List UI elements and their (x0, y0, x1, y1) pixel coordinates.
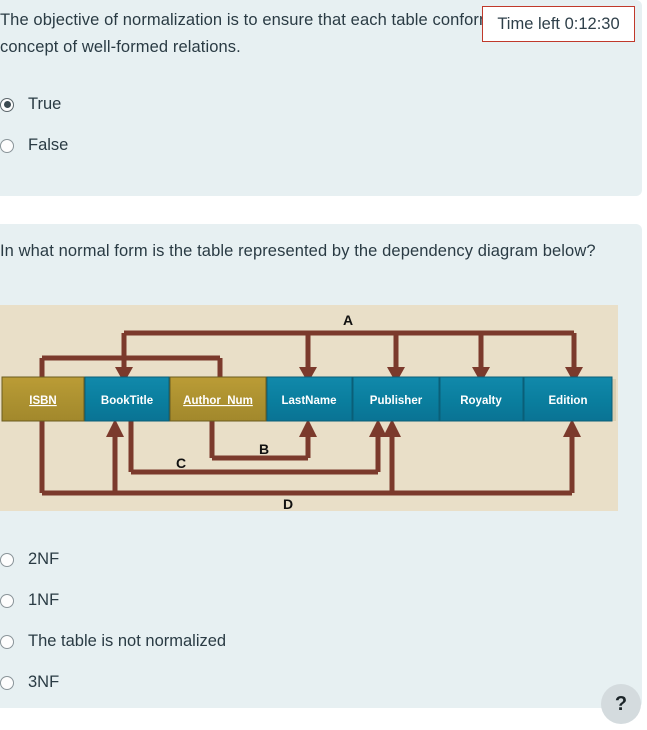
svg-text:BookTitle: BookTitle (101, 395, 153, 407)
attribute-cell-isbn: ISBN (1, 376, 85, 422)
radio-2nf[interactable] (0, 552, 14, 567)
svg-text:Publisher: Publisher (370, 395, 423, 407)
arrowheads-up (106, 419, 581, 437)
option-true[interactable]: True (0, 84, 68, 125)
question-1-text: The objective of normalization is to ens… (0, 11, 548, 56)
dependency-label-b: B (259, 441, 269, 457)
option-1nf[interactable]: 1NF (0, 580, 226, 621)
question-mark-icon: ? (614, 692, 628, 715)
svg-text:ISBN: ISBN (29, 395, 56, 407)
option-not-normalized-label: The table is not normalized (28, 632, 227, 650)
attribute-cell-edition: Edition (523, 376, 613, 422)
option-not-normalized[interactable]: The table is not normalized (0, 621, 226, 662)
question-2-text: In what normal form is the table represe… (0, 242, 596, 260)
question-1-options: True False (0, 84, 68, 166)
svg-text:Royalty: Royalty (460, 395, 502, 407)
dependency-label-c: C (176, 455, 186, 471)
option-3nf[interactable]: 3NF (0, 662, 226, 703)
option-true-label: True (28, 95, 62, 113)
option-2nf[interactable]: 2NF (0, 539, 226, 580)
option-3nf-label: 3NF (28, 673, 60, 691)
dependency-label-d: D (283, 496, 293, 511)
svg-text:LastName: LastName (282, 395, 337, 407)
radio-false[interactable] (0, 138, 14, 153)
dependency-diagram: ISBN BookTitle Author_Num LastName Publi… (0, 305, 618, 511)
question-2-options: 2NF 1NF The table is not normalized 3NF (0, 539, 226, 703)
attribute-cell-publisher: Publisher (352, 376, 440, 422)
radio-1nf[interactable] (0, 593, 14, 608)
option-false[interactable]: False (0, 125, 68, 166)
dependency-label-a: A (343, 312, 353, 328)
radio-true[interactable] (0, 97, 14, 112)
time-left-label: Time left 0:12:30 (497, 14, 620, 33)
attribute-cell-lastname: LastName (266, 376, 353, 422)
help-button[interactable]: ? (601, 684, 641, 724)
option-false-label: False (28, 136, 69, 154)
radio-not-normalized[interactable] (0, 634, 14, 649)
radio-3nf[interactable] (0, 675, 14, 690)
time-left-box: Time left 0:12:30 (482, 6, 635, 42)
attribute-cell-royalty: Royalty (439, 376, 524, 422)
attribute-cell-booktitle: BookTitle (84, 376, 170, 422)
svg-text:Edition: Edition (549, 395, 588, 407)
attribute-cell-author-num: Author_Num (169, 376, 267, 422)
option-1nf-label: 1NF (28, 591, 60, 609)
attribute-row: ISBN BookTitle Author_Num LastName Publi… (1, 376, 613, 422)
option-2nf-label: 2NF (28, 550, 60, 568)
svg-text:Author_Num: Author_Num (183, 395, 253, 407)
